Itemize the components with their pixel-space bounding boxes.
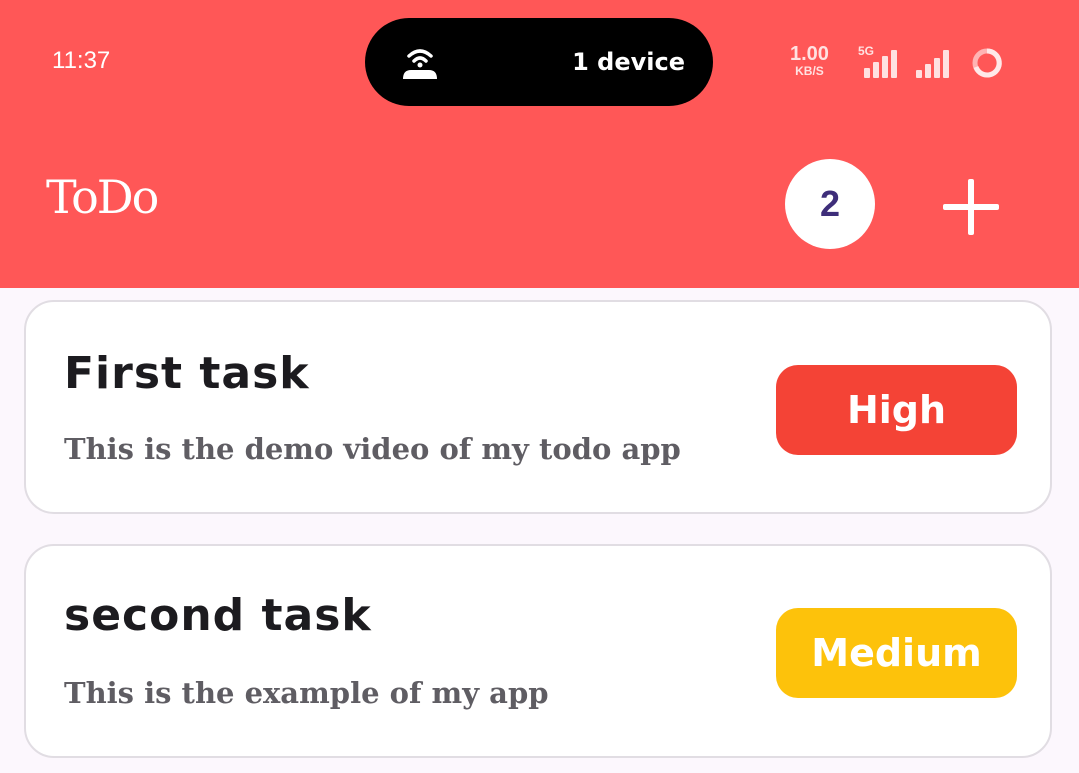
task-card[interactable]: second task This is the example of my ap… (24, 544, 1052, 758)
task-title: second task (64, 590, 372, 641)
task-title: First task (64, 348, 310, 399)
island-label: 1 device (572, 48, 685, 76)
status-time: 11:37 (52, 47, 111, 74)
priority-badge: Medium (776, 608, 1017, 698)
task-card[interactable]: First task This is the demo video of my … (24, 300, 1052, 514)
speed-unit: KB/S (795, 64, 824, 78)
dynamic-island[interactable]: 1 device (365, 18, 713, 106)
battery-ring-icon (972, 48, 1002, 78)
task-description: This is the example of my app (64, 676, 549, 710)
task-description: This is the demo video of my todo app (64, 432, 681, 466)
cell-signal-icon (864, 48, 904, 78)
network-speed: 1.00 KB/S (790, 44, 829, 77)
status-indicators: 1.00 KB/S 5G (788, 40, 1018, 90)
app-header: 11:37 1 device 1.00 KB/S 5G ToDo 2 (0, 0, 1079, 288)
task-count-badge: 2 (785, 159, 875, 249)
hotspot-router-icon (403, 49, 437, 79)
add-task-button[interactable] (938, 175, 1002, 239)
speed-value: 1.00 (790, 43, 829, 65)
cell-signal-icon-2 (916, 48, 956, 78)
priority-badge: High (776, 365, 1017, 455)
page-title: ToDo (46, 170, 159, 224)
